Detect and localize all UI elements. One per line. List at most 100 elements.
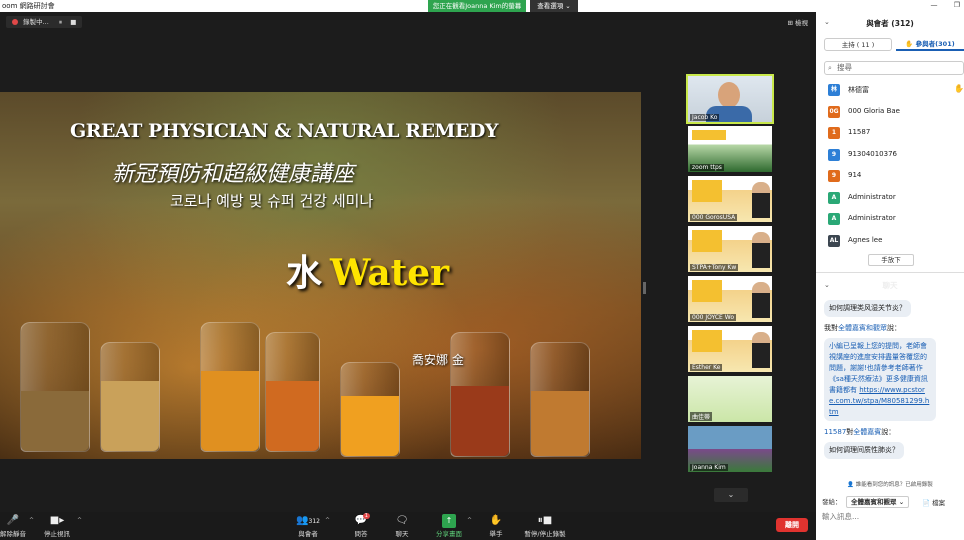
file-button[interactable]: 📄 檔案 <box>922 497 945 507</box>
chat-input[interactable]: 輸入訊息... <box>822 511 859 522</box>
record-dot-icon <box>12 19 18 25</box>
pause-recording-icon[interactable]: ⏸ <box>59 18 62 26</box>
participant-item[interactable]: 1 11587 <box>828 124 964 146</box>
chat-send-row: 發給： 全體嘉賓和觀眾 ⌄ 📄 檔案 <box>822 496 964 510</box>
jar-decoration <box>530 342 590 457</box>
chat-label: 聊天 <box>395 530 409 538</box>
jar-decoration <box>265 332 320 452</box>
participants-icon: 👥312 <box>296 515 320 526</box>
slide-title-ko: 코로나 예방 및 슈퍼 건강 세미나 <box>170 192 374 210</box>
participant-name: 000 Gloria Bae <box>848 106 900 115</box>
leave-button[interactable]: 離開 <box>776 518 808 532</box>
slide-topic: 水 Water <box>286 244 449 296</box>
gallery-view-button[interactable]: ⊞ 檢視 <box>787 17 808 27</box>
tab-attendees-label: 參與者(301) <box>915 40 955 48</box>
tab-attendees[interactable]: ✋ 參與者(301) <box>896 38 964 51</box>
participant-name: 91304010376 <box>848 149 897 158</box>
people-icon: 👤 <box>847 482 855 488</box>
thumbnail-name: zoom ttps <box>690 164 724 171</box>
avatar: A <box>828 191 840 204</box>
send-to-dropdown[interactable]: 全體嘉賓和觀眾 ⌄ <box>846 496 910 508</box>
video-thumbnail[interactable]: 000 JOYCE Wo <box>688 276 772 322</box>
participant-name: Agnes lee <box>848 235 883 244</box>
chat-sender: 11587 <box>824 428 847 436</box>
participant-item[interactable]: AL Agnes lee <box>828 232 964 254</box>
qa-badge: 1 <box>362 513 370 519</box>
participant-name: Administrator <box>848 192 896 201</box>
participant-item[interactable]: 9 914 <box>828 167 964 189</box>
participant-name: Administrator <box>848 214 896 222</box>
tab-panelists[interactable]: 主持 ( 11 ) <box>824 38 892 51</box>
participant-list: 林林德富 ✋ 0G 000 Gloria Bae 1 11587 9 91304010376 9… <box>828 81 964 253</box>
participant-item[interactable]: 林林德富 ✋ <box>828 81 964 103</box>
chat-recipient: 全體嘉賓 <box>853 428 882 436</box>
participant-item[interactable]: A Administrator <box>828 189 964 211</box>
thumbnail-graphic <box>692 130 726 140</box>
camera-icon: ■▸ <box>49 515 65 526</box>
share-screen-label: 分享畫面 <box>436 530 462 538</box>
chevron-up-icon[interactable]: ^ <box>29 517 34 524</box>
video-thumbnail[interactable]: Joanna Kim <box>688 426 772 472</box>
recording-label: 錄製中... <box>23 18 49 26</box>
video-thumbnail[interactable]: STPA+Tony Kw <box>688 226 772 272</box>
unmute-button[interactable]: 🎤 解除靜音 ^ <box>0 514 34 538</box>
participant-search-input[interactable]: ⌕ 搜尋 <box>824 61 964 75</box>
stop-video-label: 停止視訊 <box>44 530 70 538</box>
stop-recording-icon[interactable]: ■ <box>70 18 76 26</box>
chat-sender-suffix: 說： <box>881 428 896 436</box>
search-placeholder: 搜尋 <box>837 63 852 72</box>
lower-hand-button[interactable]: 手放下 <box>868 254 914 266</box>
restore-icon[interactable]: ❐ <box>954 1 960 9</box>
video-thumbnail[interactable]: 000 GorosUSA <box>688 176 772 222</box>
raise-hand-button[interactable]: ✋ 舉手 <box>486 514 506 538</box>
chat-button[interactable]: 🗨 聊天 <box>391 514 413 538</box>
share-screen-icon: ↑ <box>442 514 456 528</box>
video-thumbnail[interactable]: Jacob Ko <box>686 74 774 124</box>
qa-button[interactable]: 💬 1 問答 <box>350 513 372 538</box>
video-stage: 錄製中... ⏸ ■ ⊞ 檢視 GREAT PHYSICIAN & NATURA… <box>0 12 816 512</box>
participants-label: 與會者 <box>298 530 318 538</box>
split-view-handle[interactable] <box>643 282 646 294</box>
pause-stop-recording-button[interactable]: ⏸■ 暫停/停止錄製 <box>521 514 569 538</box>
thumbnail-graphic <box>752 232 770 268</box>
hand-icon: ✋ <box>489 515 503 526</box>
scroll-thumbnails-down-icon[interactable]: ⌄ <box>714 488 748 502</box>
chat-message: 如何调理间质性肺炎？ <box>824 442 904 459</box>
search-icon: ⌕ <box>828 64 832 72</box>
avatar: 林 <box>828 84 840 96</box>
view-options-button[interactable]: 查看選項 ⌄ <box>530 0 578 12</box>
pause-stop-label: 暫停/停止錄製 <box>524 530 566 538</box>
chevron-up-icon[interactable]: ^ <box>325 517 330 524</box>
minimize-icon[interactable]: — <box>930 1 937 9</box>
slide-title-en: GREAT PHYSICIAN & NATURAL REMEDY <box>70 120 498 142</box>
recording-indicator: 錄製中... ⏸ ■ <box>6 16 83 28</box>
chat-sender-prefix: 我對 <box>824 324 838 332</box>
share-screen-button[interactable]: ↑ 分享畫面 ^ <box>434 514 472 538</box>
participants-button[interactable]: 👥312 與會者 ^ <box>294 514 330 538</box>
participant-item[interactable]: A Administrator <box>828 210 964 232</box>
raised-hand-icon: ✋ <box>954 84 964 93</box>
video-thumbnail[interactable]: Esther Ke <box>688 326 772 372</box>
participant-item[interactable]: 0G 000 Gloria Bae <box>828 103 964 125</box>
panel-divider <box>816 272 964 273</box>
chevron-up-icon[interactable]: ^ <box>467 517 472 524</box>
thumbnail-name: 000 JOYCE Wo <box>690 314 736 321</box>
chat-message: 如何調理类风湿关节炎？ <box>824 300 911 317</box>
video-thumbnail[interactable]: 曲佳蒂 <box>688 376 772 422</box>
chat-visibility-text: 誰能看到您的訊息？已啟用錄製 <box>855 482 933 488</box>
chevron-up-icon[interactable]: ^ <box>77 517 82 524</box>
thumbnail-graphic <box>752 282 770 318</box>
participants-count: 312 <box>308 518 320 525</box>
participant-name: 914 <box>848 171 862 179</box>
participant-name: 11587 <box>848 128 871 136</box>
window-controls: — ❐ <box>916 1 960 9</box>
slide-topic-en: Water <box>330 252 450 294</box>
participant-item[interactable]: 9 91304010376 <box>828 146 964 168</box>
participants-title: 與會者 (312) <box>866 19 914 28</box>
meeting-toolbar: 🎤 解除靜音 ^ ■▸ 停止視訊 ^ 👥312 與會者 ^ 💬 1 問答 🗨 聊… <box>0 512 816 540</box>
chat-sender-suffix: 說： <box>887 324 901 332</box>
stop-video-button[interactable]: ■▸ 停止視訊 ^ <box>40 514 82 538</box>
chat-visibility-note[interactable]: 👤 誰能看到您的訊息？已啟用錄製 <box>816 480 964 488</box>
avatar: AL <box>828 234 840 247</box>
video-thumbnail[interactable]: zoom ttps <box>688 126 772 172</box>
